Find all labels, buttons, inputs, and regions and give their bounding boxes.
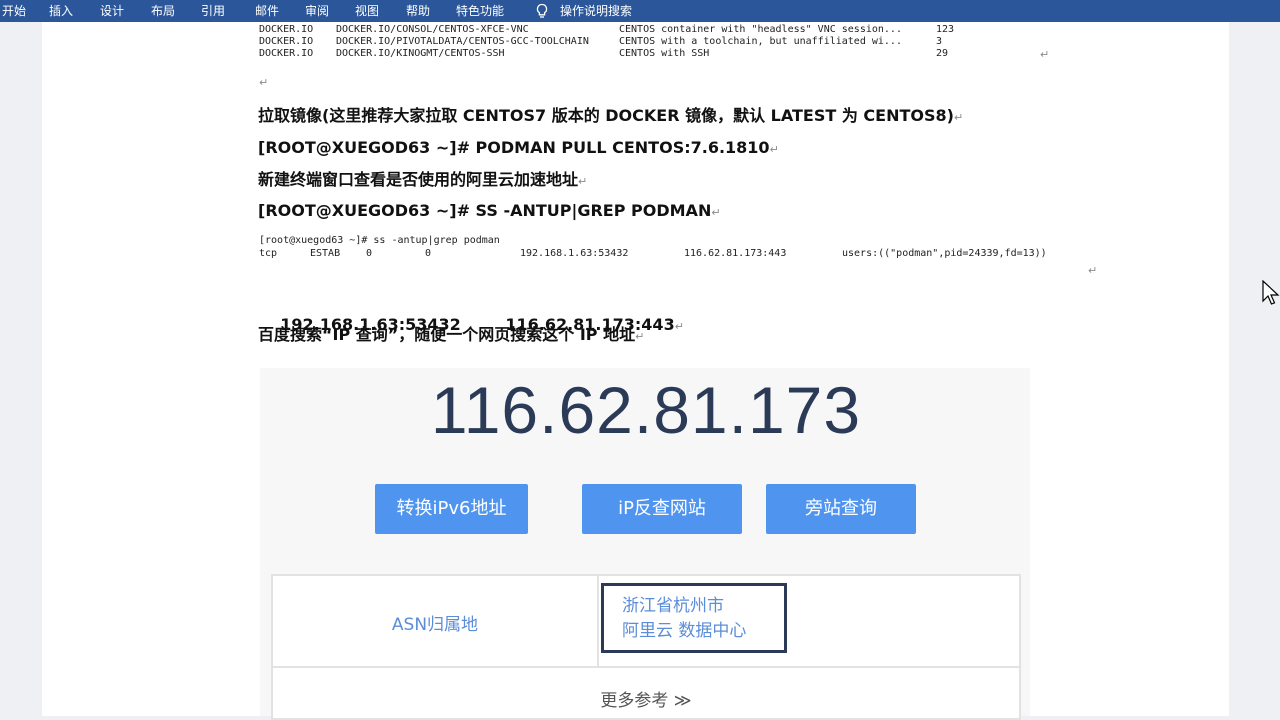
result-description: CENTOS container with "headless" VNC ses… [619,24,902,35]
more-reference-link[interactable]: 更多参考 ≫ [273,686,1019,711]
result-index: DOCKER.IO [259,24,314,35]
heading-text: 拉取镜像(这里推荐大家拉取 CENTOS7 版本的 DOCKER 镜像，默认 L… [258,106,954,125]
ss-state: ESTAB [310,248,341,259]
tab-references[interactable]: 引用 [201,3,225,19]
result-name: DOCKER.IO/KINOGMT/CENTOS-SSH [336,48,505,59]
tab-view[interactable]: 视图 [355,3,379,19]
command-text: [ROOT@XUEGOD63 ~]# SS -ANTUP|GREP PODMAN [258,201,712,220]
tab-design[interactable]: 设计 [100,3,124,19]
heading-baidu-search: 百度搜索“IP 查询”，随便一个网页搜索这个 IP 地址↵ [258,324,644,348]
tab-mailings[interactable]: 邮件 [255,3,279,19]
asn-provider: 阿里云 数据中心 [622,621,747,641]
heading-text: 新建终端窗口查看是否使用的阿里云加速地址 [258,170,579,189]
result-description: CENTOS with SSH [619,48,710,59]
paragraph-mark: ↵ [711,206,721,219]
asn-label: ASN归属地 [391,615,479,635]
result-index: DOCKER.IO [259,36,314,47]
tab-home[interactable]: 开始 [2,3,26,19]
asn-table: ASN归属地 浙江省杭州市 阿里云 数据中心 更多参考 ≫ [271,574,1021,720]
heading-new-terminal: 新建终端窗口查看是否使用的阿里云加速地址↵ [258,169,587,193]
tell-me-search[interactable]: 操作说明搜索 [560,3,632,19]
paragraph-mark: ↵ [578,175,588,188]
result-stars: 123 [936,24,955,35]
side-site-query-button[interactable]: 旁站查询 [766,484,916,534]
result-description: CENTOS with a toolchain, but unaffiliate… [619,36,902,47]
ribbon-bar: 开始 插入 设计 布局 引用 邮件 审阅 视图 帮助 特色功能 操作说明搜索 [0,0,1280,22]
ss-send-q: 0 [425,248,432,259]
paragraph-mark: ↵ [259,76,269,89]
command-text: [ROOT@XUEGOD63 ~]# PODMAN PULL CENTOS:7.… [258,138,770,157]
tab-layout[interactable]: 布局 [151,3,175,19]
command-ss-grep: [ROOT@XUEGOD63 ~]# SS -ANTUP|GREP PODMAN… [258,200,721,224]
heading-pull-image: 拉取镜像(这里推荐大家拉取 CENTOS7 版本的 DOCKER 镜像，默认 L… [258,105,963,129]
ss-recv-q: 0 [366,248,373,259]
result-stars: 29 [936,48,949,59]
asn-value-box: 浙江省杭州市 阿里云 数据中心 [601,583,787,653]
ss-prompt: [root@xuegod63 ~]# ss -antup|grep podman [259,235,500,246]
tab-review[interactable]: 审阅 [305,3,329,19]
paragraph-mark: ↵ [1040,48,1050,61]
ip-address-display: 116.62.81.173 [430,373,862,447]
ss-peer-address: 116.62.81.173:443 [684,248,787,259]
result-stars: 3 [936,36,943,47]
ss-local-address: 192.168.1.63:53432 [520,248,629,259]
table-divider [597,576,599,666]
tab-help[interactable]: 帮助 [406,3,430,19]
mouse-cursor-icon [1262,280,1280,305]
tab-special-features[interactable]: 特色功能 [456,3,504,19]
paragraph-mark: ↵ [1088,264,1098,277]
ss-process: users:(("podman",pid=24339,fd=13)) [842,248,1047,259]
reverse-ip-button[interactable]: iP反查网站 [582,484,742,534]
command-podman-pull: [ROOT@XUEGOD63 ~]# PODMAN PULL CENTOS:7.… [258,137,779,161]
table-divider [273,666,1019,668]
result-index: DOCKER.IO [259,48,314,59]
paragraph-mark: ↵ [769,143,779,156]
asn-location: 浙江省杭州市 [622,596,724,616]
tab-insert[interactable]: 插入 [49,3,73,19]
convert-ipv6-button[interactable]: 转换iPv6地址 [375,484,528,534]
ss-proto: tcp [259,248,278,259]
lightbulb-icon[interactable] [534,3,550,19]
paragraph-mark: ↵ [953,111,964,124]
result-name: DOCKER.IO/PIVOTALDATA/CENTOS-GCC-TOOLCHA… [336,36,589,47]
paragraph-mark: ↵ [635,330,645,343]
paragraph-mark: ↵ [674,320,684,333]
result-name: DOCKER.IO/CONSOL/CENTOS-XFCE-VNC [336,24,529,35]
heading-text: 百度搜索“IP 查询”，随便一个网页搜索这个 IP 地址 [258,325,636,344]
